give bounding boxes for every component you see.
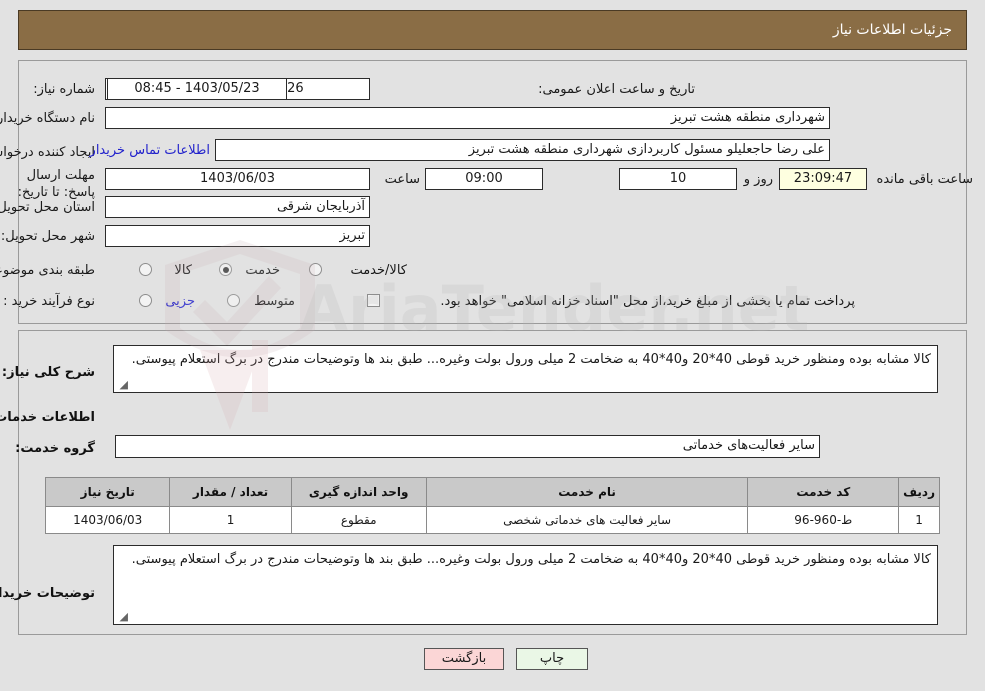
city-field[interactable]: تبریز [105,225,370,247]
purchase-type-radio-jozi[interactable] [139,294,152,307]
cell-need-date: 1403/06/03 [44,506,171,534]
need-number-label: شماره نیاز: [33,82,95,97]
back-button[interactable]: بازگشت [424,648,504,670]
category-radio-khedmat[interactable] [219,263,232,276]
deadline-label: مهلت ارسال پاسخ: تا تاریخ: [17,168,95,200]
page-title: جزئیات اطلاعات نیاز [832,22,952,38]
deadline-countdown-label: ساعت باقی مانده [876,172,973,187]
category-radio-kala[interactable] [139,263,152,276]
buyer-org-label: نام دستگاه خریدار: [0,111,95,126]
th-service-code: کد خدمت [747,477,900,507]
th-quantity: تعداد / مقدار [169,477,292,507]
purchase-type-option-motavaset[interactable]: متوسط [254,294,295,310]
buyer-org-field[interactable]: شهرداری منطقه هشت تبریز [105,107,830,129]
cell-unit: مقطوع [290,506,427,534]
islamic-treasury-checkbox[interactable] [367,294,380,307]
services-table: ردیف کد خدمت نام خدمت واحد اندازه گیری ت… [44,477,940,534]
cell-quantity: 1 [169,506,292,534]
deadline-days-field[interactable]: 10 [619,168,737,190]
general-desc-textarea[interactable]: کالا مشابه بوده ومنظور خرید قوطی 40*20 و… [113,345,938,393]
buyer-contact-link[interactable]: اطلاعات تماس خریدار [90,143,210,159]
category-option-kala[interactable]: کالا [174,263,192,279]
th-unit: واحد اندازه گیری [290,477,427,507]
category-option-kala-khedmat[interactable]: کالا/خدمت [350,263,407,279]
purchase-type-label: نوع فرآیند خرید : [3,294,95,309]
islamic-treasury-label: پرداخت تمام یا بخشی از مبلغ خرید،از محل … [440,294,855,309]
deadline-time-label: ساعت [384,172,420,187]
purchase-type-radio-motavaset[interactable] [227,294,240,307]
city-label: شهر محل تحویل: [0,229,95,244]
buyer-notes-textarea[interactable]: کالا مشابه بوده ومنظور خرید قوطی 40*20 و… [113,545,938,625]
general-desc-text: کالا مشابه بوده ومنظور خرید قوطی 40*20 و… [131,352,931,367]
page-root: AriaTender.net جزئیات اطلاعات نیاز شماره… [0,0,985,691]
services-section-title: اطلاعات خدمات مورد نیاز [0,410,95,425]
deadline-date-field[interactable]: 1403/06/03 [105,168,370,190]
table-header-row: ردیف کد خدمت نام خدمت واحد اندازه گیری ت… [44,477,940,507]
service-group-label: گروه خدمت: [15,441,95,456]
request-creator-label: ایجاد کننده درخواست: [0,145,95,160]
print-button[interactable]: چاپ [516,648,588,670]
resize-grip-icon-2[interactable]: ◢ [116,611,128,623]
category-radio-kala-khedmat[interactable] [309,263,322,276]
request-creator-field[interactable]: علی رضا حاجعلیلو مسئول کاربردازی شهرداری… [215,139,830,161]
category-label: طبقه بندی موضوعی: [0,263,95,278]
announce-datetime-label: تاریخ و ساعت اعلان عمومی: [538,82,695,97]
announce-datetime-field[interactable]: 1403/05/23 - 08:45 [107,78,287,100]
cell-service-name: سایر فعالیت های خدماتی شخصی [425,506,749,534]
province-field[interactable]: آذربایجان شرقی [105,196,370,218]
cell-radif: 1 [898,506,940,534]
purchase-type-option-jozi[interactable]: جزیی [165,294,195,310]
category-option-khedmat[interactable]: خدمت [245,263,280,279]
province-label: استان محل تحویل: [0,200,95,215]
table-row[interactable]: 1 ط-960-96 سایر فعالیت های خدماتی شخصی م… [44,506,940,534]
buyer-notes-text: کالا مشابه بوده ومنظور خرید قوطی 40*20 و… [131,552,931,567]
deadline-countdown-field: 23:09:47 [779,168,867,190]
service-group-field[interactable]: سایر فعالیت‌های خدماتی [115,435,820,458]
general-desc-label: شرح کلی نیاز: [1,365,95,380]
th-service-name: نام خدمت [425,477,749,507]
th-radif: ردیف [898,477,940,507]
th-need-date: تاریخ نیاز [44,477,171,507]
deadline-days-label: روز و [743,172,773,187]
cell-service-code: ط-960-96 [747,506,900,534]
buyer-notes-label: توضیحات خریدار: [0,586,95,601]
window-title-bar: جزئیات اطلاعات نیاز [18,10,967,50]
resize-grip-icon[interactable]: ◢ [116,379,128,391]
deadline-time-field[interactable]: 09:00 [425,168,543,190]
